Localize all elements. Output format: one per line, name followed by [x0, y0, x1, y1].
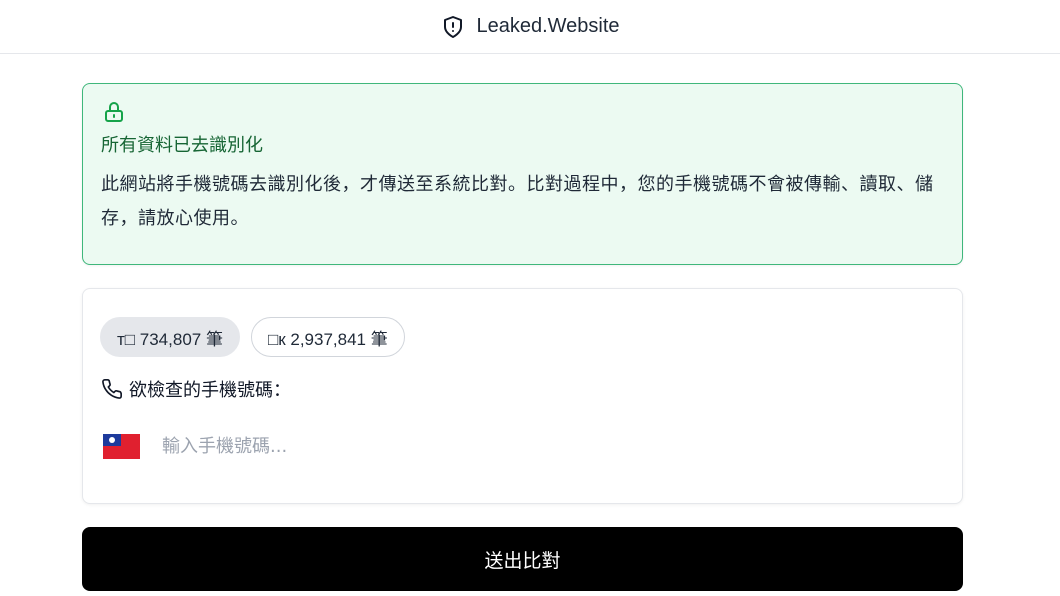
notice-title: 所有資料已去識別化	[101, 135, 263, 156]
source-chips: т□ 734,807 筆 □к 2,937,841 筆	[100, 317, 405, 357]
submit-button[interactable]: 送出比對	[82, 527, 963, 591]
shield-alert-icon	[440, 14, 466, 40]
phone-label-text: 欲檢查的手機號碼：	[129, 380, 291, 401]
phone-check-form: т□ 734,807 筆 □к 2,937,841 筆 欲檢查的手機號碼：	[82, 288, 963, 504]
site-name[interactable]: Leaked.Website	[476, 15, 619, 38]
chip-source-1[interactable]: т□ 734,807 筆	[100, 317, 240, 357]
anonymization-notice: 所有資料已去識別化 此網站將手機號碼去識別化後，才傳送至系統比對。比對過程中，您…	[82, 83, 963, 265]
lock-icon	[102, 100, 126, 124]
phone-input[interactable]	[160, 435, 764, 458]
chip-source-2[interactable]: □к 2,937,841 筆	[250, 317, 405, 357]
phone-icon	[101, 378, 123, 400]
notice-description: 此網站將手機號碼去識別化後，才傳送至系統比對。比對過程中，您的手機號碼不會被傳輸…	[101, 174, 934, 229]
site-header: Leaked.Website	[0, 0, 1060, 54]
phone-input-row	[103, 434, 764, 459]
phone-field-label: 欲檢查的手機號碼：	[101, 376, 291, 402]
taiwan-flag-icon[interactable]	[103, 434, 140, 459]
